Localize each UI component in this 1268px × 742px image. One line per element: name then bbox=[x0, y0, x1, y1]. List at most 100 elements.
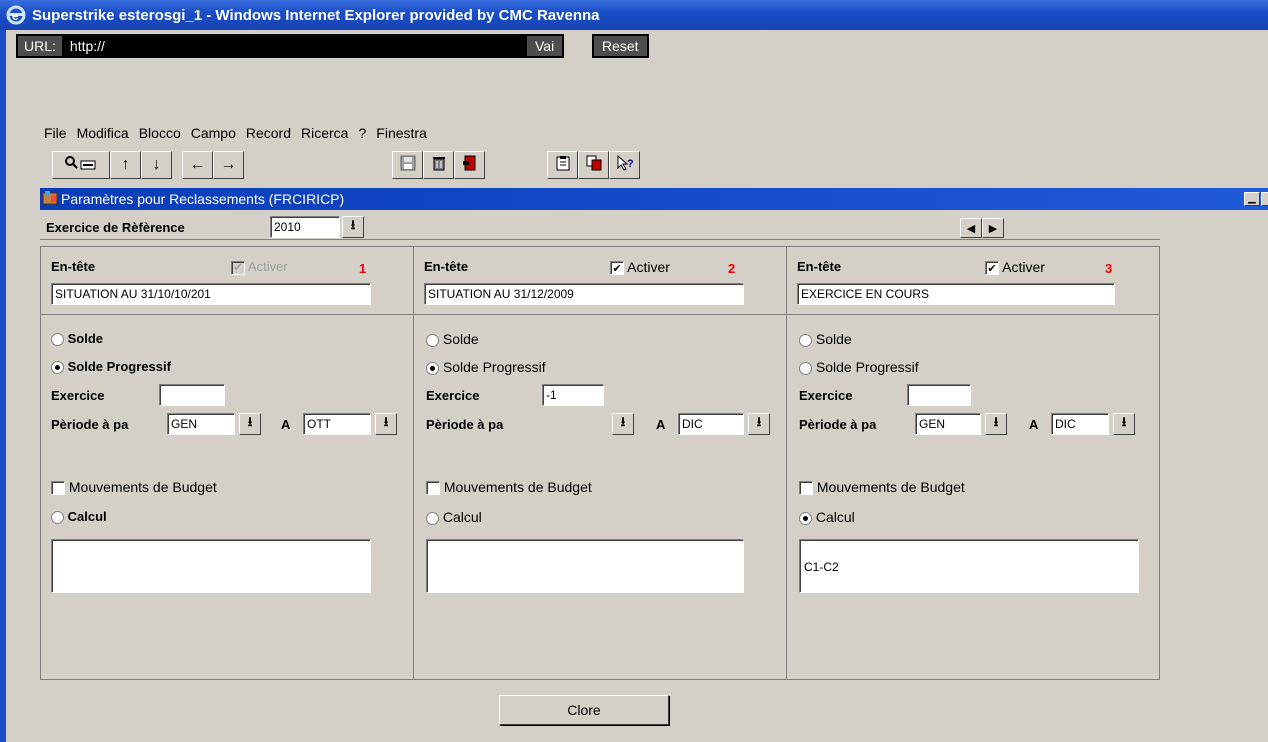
menu-record[interactable]: Record bbox=[246, 125, 291, 141]
column-3-header-field[interactable] bbox=[797, 283, 1115, 305]
column-2-periode-to-dropdown[interactable]: ⭳ bbox=[748, 413, 770, 435]
column-3-calcul-radio[interactable] bbox=[799, 511, 812, 525]
trash-icon bbox=[431, 155, 447, 176]
column-3-calcul-option[interactable]: Calcul bbox=[799, 509, 855, 525]
copy-button[interactable] bbox=[578, 151, 609, 179]
column-3-activate-label: Activer bbox=[1002, 259, 1045, 275]
column-3-number: 3 bbox=[1105, 261, 1113, 276]
menu-blocco[interactable]: Blocco bbox=[139, 125, 181, 141]
column-3-solde-progressif-option[interactable]: Solde Progressif bbox=[799, 359, 919, 375]
arrow-down-button[interactable]: ↓ bbox=[141, 151, 172, 179]
column-1-solde-progressif-option[interactable]: Solde Progressif bbox=[51, 359, 171, 375]
column-1-periode-to-dropdown[interactable]: ⭳ bbox=[375, 413, 397, 435]
column-2-activate-checkbox[interactable]: ✔ bbox=[610, 261, 624, 276]
column-2-activate[interactable]: ✔ Activer bbox=[610, 259, 670, 276]
reference-year-field[interactable] bbox=[270, 216, 340, 238]
column-1-solde-radio[interactable] bbox=[51, 333, 64, 347]
menu-finestra[interactable]: Finestra bbox=[376, 125, 427, 141]
column-1-budget-checkbox[interactable] bbox=[51, 481, 65, 496]
delete-button[interactable] bbox=[423, 151, 454, 179]
column-3-periode-to-field[interactable] bbox=[1051, 413, 1109, 435]
toolbar-navigation: ↑ ↓ ← → bbox=[52, 151, 244, 179]
column-1-solde-option[interactable]: Solde bbox=[51, 331, 103, 347]
column-1-header-field[interactable] bbox=[51, 283, 371, 305]
column-1-budget[interactable]: Mouvements de Budget bbox=[51, 479, 217, 496]
menu-help[interactable]: ? bbox=[358, 125, 366, 141]
column-1-periode-from-dropdown[interactable]: ⭳ bbox=[239, 413, 261, 435]
copy-icon bbox=[586, 155, 602, 176]
column-3-solde-progressif-radio[interactable] bbox=[799, 361, 812, 375]
column-3-calcul-field[interactable]: C1-C2 bbox=[799, 539, 1139, 593]
window-left-border bbox=[0, 30, 6, 742]
column-1-exercice-field[interactable] bbox=[159, 384, 225, 406]
column-2-header-field[interactable] bbox=[424, 283, 744, 305]
arrow-right-button[interactable]: → bbox=[213, 151, 244, 179]
column-2-exercice-field[interactable] bbox=[542, 384, 604, 406]
minimize-button[interactable]: ▁ bbox=[1244, 192, 1260, 206]
menu-bar: File Modifica Blocco Campo Record Ricerc… bbox=[44, 125, 437, 141]
column-2-solde-radio[interactable] bbox=[426, 333, 439, 347]
column-1-calcul-radio[interactable] bbox=[51, 511, 64, 525]
column-3-budget-checkbox[interactable] bbox=[799, 481, 813, 496]
go-button-label: Vai bbox=[527, 36, 563, 56]
arrow-left-button[interactable]: ← bbox=[182, 151, 213, 179]
column-1: En-tête ✔ Activer 1 Solde Solde Progress… bbox=[40, 246, 414, 680]
exit-button[interactable] bbox=[454, 151, 485, 179]
column-1-activate[interactable]: ✔ Activer bbox=[231, 259, 288, 275]
reset-button[interactable]: Reset bbox=[592, 34, 649, 58]
column-3-periode-from-dropdown[interactable]: ⭳ bbox=[985, 413, 1007, 435]
form-icon bbox=[42, 190, 58, 209]
column-1-periode-to-field[interactable] bbox=[303, 413, 371, 435]
previous-columns-button[interactable]: ◀ bbox=[960, 218, 982, 238]
column-2-calcul-field[interactable] bbox=[426, 539, 744, 593]
column-3-periode-to-dropdown[interactable]: ⭳ bbox=[1113, 413, 1135, 435]
column-3-solde-radio[interactable] bbox=[799, 333, 812, 347]
column-2-calcul-option[interactable]: Calcul bbox=[426, 509, 482, 525]
column-2-solde-progressif-option[interactable]: Solde Progressif bbox=[426, 359, 546, 375]
column-2-calcul-radio[interactable] bbox=[426, 511, 439, 525]
menu-ricerca[interactable]: Ricerca bbox=[301, 125, 348, 141]
column-3-periode-from-field[interactable] bbox=[915, 413, 981, 435]
go-button[interactable]: Vai bbox=[525, 34, 565, 58]
column-3-exercice-label: Exercice bbox=[799, 388, 853, 403]
column-3-budget[interactable]: Mouvements de Budget bbox=[799, 479, 965, 496]
maximize-button[interactable] bbox=[1261, 192, 1268, 206]
window-titlebar: e Superstrike esterosgi_1 - Windows Inte… bbox=[0, 0, 1268, 30]
menu-file[interactable]: File bbox=[44, 125, 67, 141]
column-3-activate[interactable]: ✔ Activer bbox=[985, 259, 1045, 276]
column-3: En-tête ✔ Activer 3 Solde Solde Progress… bbox=[786, 246, 1160, 680]
column-3-solde-option[interactable]: Solde bbox=[799, 331, 852, 347]
arrow-up-button[interactable]: ↑ bbox=[110, 151, 141, 179]
column-1-activate-checkbox[interactable]: ✔ bbox=[231, 260, 245, 275]
column-2-budget-checkbox[interactable] bbox=[426, 481, 440, 496]
close-button[interactable]: Clore bbox=[499, 695, 669, 725]
column-2-number: 2 bbox=[728, 261, 736, 276]
column-2-periode-to-field[interactable] bbox=[678, 413, 744, 435]
column-1-calcul-field[interactable] bbox=[51, 539, 371, 593]
column-2-solde-progressif-radio[interactable] bbox=[426, 361, 439, 375]
column-2-solde-option[interactable]: Solde bbox=[426, 331, 479, 347]
dropdown-arrow-icon: ⭳ bbox=[756, 414, 762, 429]
reset-button-label: Reset bbox=[594, 36, 647, 56]
clipboard-button[interactable] bbox=[547, 151, 578, 179]
next-columns-button[interactable]: ▶ bbox=[982, 218, 1004, 238]
save-button[interactable] bbox=[392, 151, 423, 179]
help-button[interactable]: ? bbox=[609, 151, 640, 179]
query-button[interactable] bbox=[52, 151, 110, 179]
menu-modifica[interactable]: Modifica bbox=[77, 125, 129, 141]
column-1-periode-from-field[interactable] bbox=[167, 413, 235, 435]
close-button-label: Clore bbox=[567, 702, 601, 718]
separator bbox=[40, 239, 1160, 240]
triangle-left-icon: ◀ bbox=[966, 222, 976, 235]
column-1-activate-label: Activer bbox=[247, 259, 288, 274]
reference-year-dropdown[interactable]: ⭳ bbox=[342, 216, 364, 238]
menu-campo[interactable]: Campo bbox=[191, 125, 236, 141]
column-1-solde-progressif-radio[interactable] bbox=[51, 361, 64, 375]
column-1-calcul-option[interactable]: Calcul bbox=[51, 509, 107, 525]
column-2-periode-from-dropdown[interactable]: ⭳ bbox=[612, 413, 634, 435]
column-3-exercice-field[interactable] bbox=[907, 384, 971, 406]
url-input[interactable] bbox=[65, 36, 494, 56]
column-2-budget[interactable]: Mouvements de Budget bbox=[426, 479, 592, 496]
column-3-activate-checkbox[interactable]: ✔ bbox=[985, 261, 999, 276]
query-icon bbox=[63, 154, 99, 177]
